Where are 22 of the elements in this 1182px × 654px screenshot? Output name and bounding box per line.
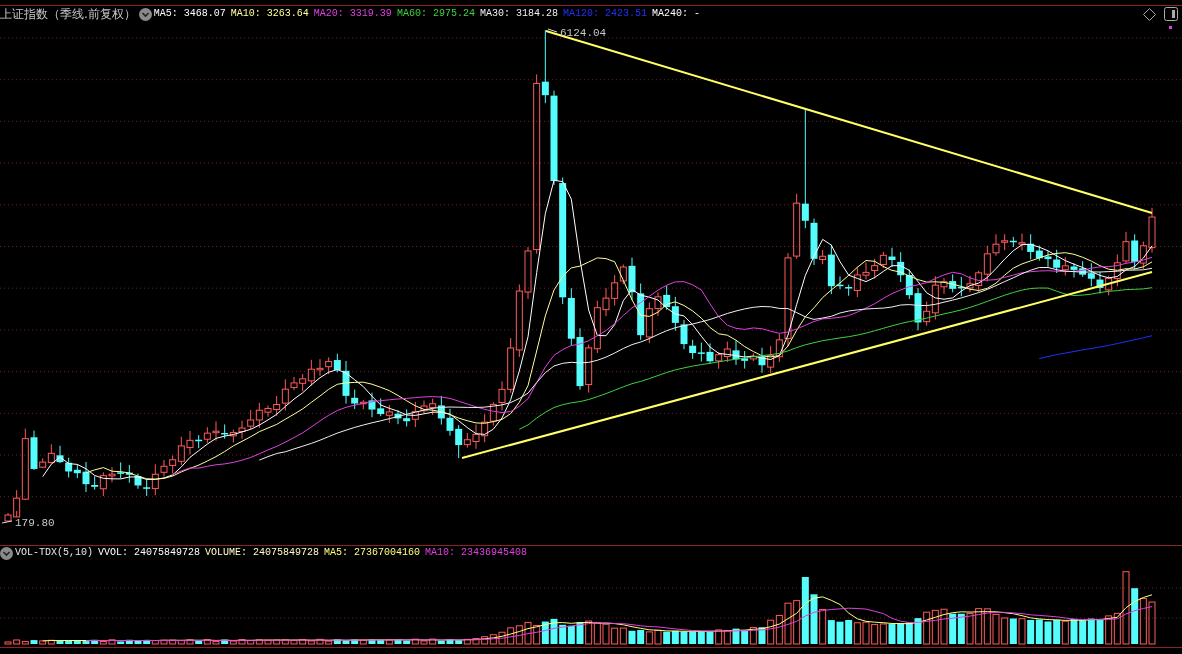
volume-reading: MA5: 27367004160 [324,547,421,559]
moving-average-reading: MA120: 2423.51 [562,8,647,20]
low-price-label: 179.80 [15,517,55,529]
moving-average-reading: MA30: 3184.28 [479,8,558,20]
moving-average-reading: MA5: 3468.07 [153,8,226,20]
volume-reading: MA10: 23436945408 [425,547,528,559]
volume-reading: VOLUME: 24075849728 [205,547,320,559]
volume-reading: VVOL: 24075849728 [98,547,201,559]
leader-line [547,28,558,33]
moving-average-reading: MA10: 3263.64 [230,8,309,20]
marker-icon [1169,26,1172,29]
indicator-name: VOL-TDX(5,10) [15,547,93,559]
leader-line [1,520,13,524]
moving-average-reading: MA240: - [651,8,700,20]
diamond-icon[interactable] [1143,7,1156,21]
high-price-label: 6124.04 [560,27,607,39]
moving-average-reading: MA60: 2975.24 [396,8,475,20]
moving-average-reading: MA20: 3319.39 [313,8,392,20]
chevron-down-icon[interactable] [138,7,152,21]
chart-title: 上证指数（季线.前复权） [0,7,136,21]
chevron-down-icon[interactable] [0,546,13,560]
split-square-icon[interactable] [1164,7,1178,21]
